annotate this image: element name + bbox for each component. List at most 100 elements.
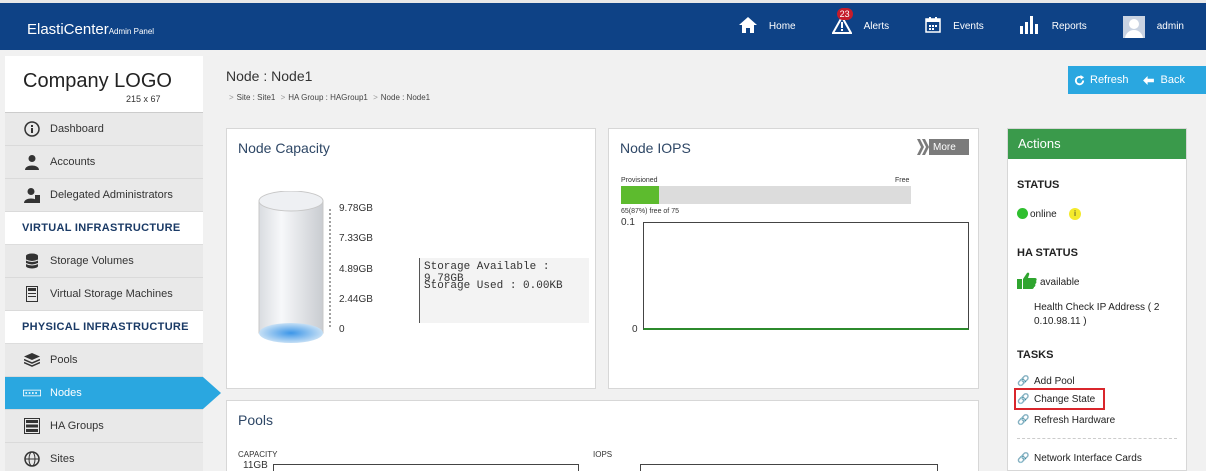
back-label: Back: [1160, 74, 1185, 86]
nav-events[interactable]: Events: [925, 17, 984, 36]
pools-iops-chart: [640, 464, 938, 471]
database-icon: [23, 252, 41, 270]
nav-home[interactable]: Home: [738, 17, 796, 36]
header-actions: Refresh Back: [1068, 66, 1206, 94]
server-icon: [23, 285, 41, 303]
breadcrumb-node[interactable]: Node : Node1: [381, 93, 430, 102]
top-bar: ElastiCenterAdmin Panel Home 23 Alerts E…: [0, 0, 1206, 50]
status-heading: STATUS: [1017, 179, 1060, 191]
sidebar-item-label: Accounts: [50, 156, 96, 168]
task-label: Refresh Hardware: [1034, 415, 1116, 426]
capacity-tick: 4.89GB: [339, 264, 373, 275]
avatar: [1122, 15, 1145, 38]
back-arrow-icon: [1142, 75, 1154, 85]
nav-events-label: Events: [953, 21, 984, 32]
capacity-legend-box: Storage Available : 9.78GB Storage Used …: [419, 258, 589, 323]
top-nav: Home 23 Alerts Events Reports admin: [703, 3, 1206, 50]
sidebar-item-label: Storage Volumes: [50, 255, 134, 267]
section-physical-infrastructure: PHYSICAL INFRASTRUCTURE: [5, 311, 203, 344]
provisioned-label: Provisioned: [621, 177, 658, 184]
sidebar-item-label: Delegated Administrators: [50, 189, 173, 201]
logo-title: Company LOGO: [23, 70, 172, 92]
iops-y-bottom: 0: [632, 324, 638, 335]
breadcrumb-site[interactable]: Site : Site1: [237, 93, 276, 102]
brand-name: ElastiCenter: [27, 21, 109, 38]
sidebar-item-label: Dashboard: [50, 123, 104, 135]
nav-user[interactable]: admin: [1122, 15, 1184, 38]
sidebar-item-label: Nodes: [50, 387, 82, 399]
capacity-tick: 0: [339, 324, 345, 335]
actions-title: Actions: [1008, 129, 1186, 159]
ha-status-value: available: [1040, 277, 1080, 288]
logo-size: 215 x 67: [126, 94, 161, 104]
sidebar-item-label: Sites: [50, 453, 75, 465]
info-circle-icon: [23, 120, 41, 138]
task-network-interface-cards[interactable]: 🔗 Network Interface Cards: [1017, 453, 1142, 464]
breadcrumb: > Site : Site1 > HA Group : HAGroup1 > Node…: [229, 93, 431, 102]
globe-icon: [23, 450, 41, 468]
ha-status-heading: HA STATUS: [1017, 247, 1078, 259]
iops-y-top: 0.1: [621, 217, 635, 228]
task-label: Add Pool: [1034, 376, 1075, 387]
back-button[interactable]: Back: [1142, 74, 1185, 86]
task-refresh-hardware[interactable]: 🔗 Refresh Hardware: [1017, 415, 1115, 426]
node-iops-panel: Node IOPS More Provisioned Free 65(87%) …: [608, 128, 979, 389]
nav-alerts-label: Alerts: [863, 21, 890, 32]
tasks-divider: [1017, 438, 1177, 439]
sidebar-item-nodes[interactable]: Nodes: [5, 377, 221, 410]
task-change-state[interactable]: 🔗 Change State: [1017, 394, 1095, 405]
pools-panel: Pools CAPACITY 11GB IOPS: [226, 400, 979, 471]
chevrons-right-icon: [917, 139, 929, 155]
admin-user-icon: [23, 186, 41, 204]
iops-provisioned-fill: [621, 186, 659, 204]
sidebar-item-pools[interactable]: Pools: [5, 344, 203, 377]
link-icon: 🔗: [1017, 394, 1030, 405]
node-icon: [23, 384, 41, 402]
nav-reports[interactable]: Reports: [1019, 16, 1087, 37]
tasks-heading: TASKS: [1017, 349, 1054, 361]
app-brand[interactable]: ElastiCenterAdmin Panel: [27, 21, 154, 38]
user-icon: [23, 153, 41, 171]
sidebar-item-dashboard[interactable]: Dashboard: [5, 113, 203, 146]
sidebar-item-ha-groups[interactable]: HA Groups: [5, 410, 203, 443]
brand-sub: Admin Panel: [108, 27, 155, 36]
rack-icon: [23, 417, 41, 435]
refresh-label: Refresh: [1090, 74, 1129, 86]
refresh-button[interactable]: Refresh: [1074, 74, 1129, 86]
pools-capacity-label: CAPACITY: [238, 450, 278, 459]
section-virtual-infrastructure: VIRTUAL INFRASTRUCTURE: [5, 212, 203, 245]
breadcrumb-ha-group[interactable]: HA Group : HAGroup1: [288, 93, 368, 102]
sidebar: Company LOGO 215 x 67 Dashboard Accounts…: [5, 56, 221, 471]
sidebar-item-virtual-storage-machines[interactable]: Virtual Storage Machines: [5, 278, 203, 311]
iops-chart-area: [643, 222, 969, 330]
sidebar-item-delegated-administrators[interactable]: Delegated Administrators: [5, 179, 203, 212]
nav-alerts[interactable]: 23 Alerts: [830, 8, 890, 37]
task-add-pool[interactable]: 🔗 Add Pool: [1017, 376, 1075, 387]
more-link[interactable]: More: [917, 139, 969, 155]
task-label: Change State: [1034, 394, 1096, 405]
node-capacity-title: Node Capacity: [238, 140, 330, 156]
sidebar-item-sites[interactable]: Sites: [5, 443, 203, 471]
nav-home-label: Home: [768, 21, 796, 32]
layers-icon: [23, 351, 41, 369]
sidebar-item-accounts[interactable]: Accounts: [5, 146, 203, 179]
pools-title: Pools: [238, 412, 274, 428]
sidebar-item-label: Virtual Storage Machines: [50, 288, 173, 300]
info-badge-icon[interactable]: i: [1069, 208, 1081, 220]
capacity-tick: 2.44GB: [339, 294, 373, 305]
page-title: Node : Node1: [226, 68, 313, 84]
iops-free-text: 65(87%) free of 75: [621, 208, 679, 215]
link-icon: 🔗: [1017, 376, 1030, 387]
nav-reports-label: Reports: [1051, 21, 1087, 32]
company-logo: Company LOGO 215 x 67: [5, 56, 203, 113]
capacity-tick: 9.78GB: [339, 203, 373, 214]
pools-iops-label: IOPS: [593, 450, 613, 459]
calendar-icon: [925, 17, 941, 36]
thumbs-up-icon: [1017, 272, 1039, 292]
online-dot-icon: [1017, 208, 1028, 219]
sidebar-item-label: Pools: [50, 354, 78, 366]
sidebar-item-storage-volumes[interactable]: Storage Volumes: [5, 245, 203, 278]
bar-chart-icon: [1019, 16, 1040, 37]
storage-used-text: Storage Used : 0.00KB: [424, 280, 563, 292]
node-capacity-panel: Node Capacity 9.78GB 7.33GB 4.89GB 2.44G…: [226, 128, 596, 389]
